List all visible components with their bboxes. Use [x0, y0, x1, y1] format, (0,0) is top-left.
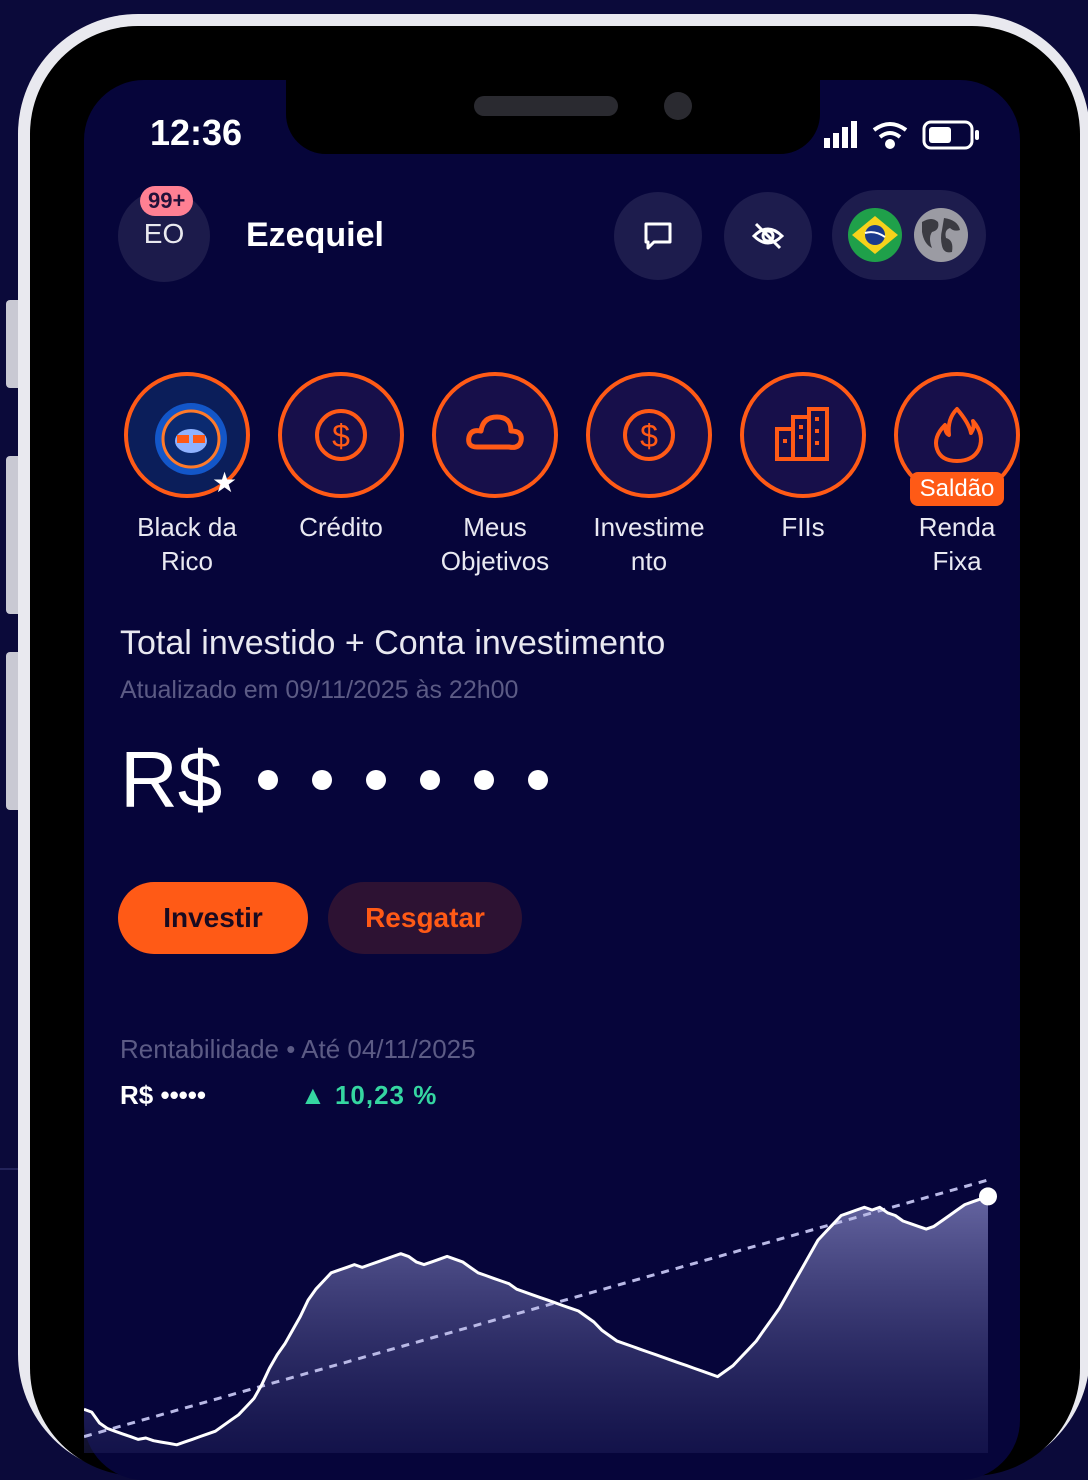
star-icon: ★ — [212, 467, 238, 498]
shortcut-label: Investime nto — [593, 512, 705, 576]
avatar-initials: EO — [143, 218, 185, 249]
speaker — [474, 96, 618, 116]
shortcut-meus-objetivos[interactable]: Meus Objetivos — [428, 372, 562, 578]
battery-icon — [922, 120, 979, 150]
redeem-button[interactable]: Resgatar — [328, 882, 522, 954]
svg-text:$: $ — [640, 418, 658, 454]
invest-button[interactable]: Investir — [118, 882, 308, 954]
hidden-digit-dot — [312, 770, 332, 790]
status-icons — [822, 118, 982, 159]
shortcut-label: Crédito — [299, 512, 383, 542]
camera — [664, 92, 692, 120]
shortcut-label: FIIs — [781, 512, 825, 542]
hidden-balance — [258, 770, 582, 795]
profitability-value: R$ ••••• — [120, 1080, 206, 1110]
profitability-percent: ▲ 10,23 % — [300, 1080, 438, 1110]
brazil-flag-icon — [848, 208, 902, 262]
username: Ezequiel — [246, 216, 384, 254]
cloud-icon — [432, 372, 558, 498]
shortcut-investimento[interactable]: $ Investime nto — [582, 372, 716, 578]
hide-values-button[interactable] — [724, 192, 812, 280]
profitability-chart[interactable] — [84, 1140, 1020, 1453]
saldao-tag: Saldão — [910, 472, 1004, 506]
shortcut-label: Meus Objetivos — [440, 512, 550, 576]
last-point-marker — [979, 1187, 997, 1206]
region-switcher[interactable] — [832, 190, 986, 280]
profitability-label: Rentabilidade • Até 04/11/2025 — [120, 1034, 476, 1064]
buildings-icon — [740, 372, 866, 498]
eye-off-icon — [751, 222, 785, 250]
shortcut-label: Renda Fixa — [918, 512, 996, 576]
notification-badge: 99+ — [140, 186, 194, 216]
updated-timestamp: Atualizado em 09/11/2025 às 22h00 — [120, 676, 519, 704]
dollar-coin-icon: $ — [278, 372, 404, 498]
page-title: Total investido + Conta investimento — [120, 624, 666, 662]
shortcut-label: Black da Rico — [137, 512, 237, 576]
shortcut-credito[interactable]: $ Crédito — [274, 372, 408, 544]
hidden-digit-dot — [420, 770, 440, 790]
message-icon — [644, 222, 672, 250]
hidden-digit-dot — [474, 770, 494, 790]
balance-currency: R$ — [120, 735, 223, 824]
status-time: 12:36 — [150, 112, 243, 153]
hidden-digit-dot — [366, 770, 386, 790]
hidden-digit-dot — [528, 770, 548, 790]
shortcut-fiis[interactable]: FIIs — [736, 372, 870, 544]
svg-text:$: $ — [332, 418, 350, 454]
globe-icon — [914, 208, 968, 262]
messages-button[interactable] — [614, 192, 702, 280]
signal-icon — [824, 121, 857, 148]
chart-area — [84, 1196, 988, 1453]
hidden-digit-dot — [258, 770, 278, 790]
wifi-icon — [872, 122, 908, 149]
dollar-coin-icon: $ — [586, 372, 712, 498]
